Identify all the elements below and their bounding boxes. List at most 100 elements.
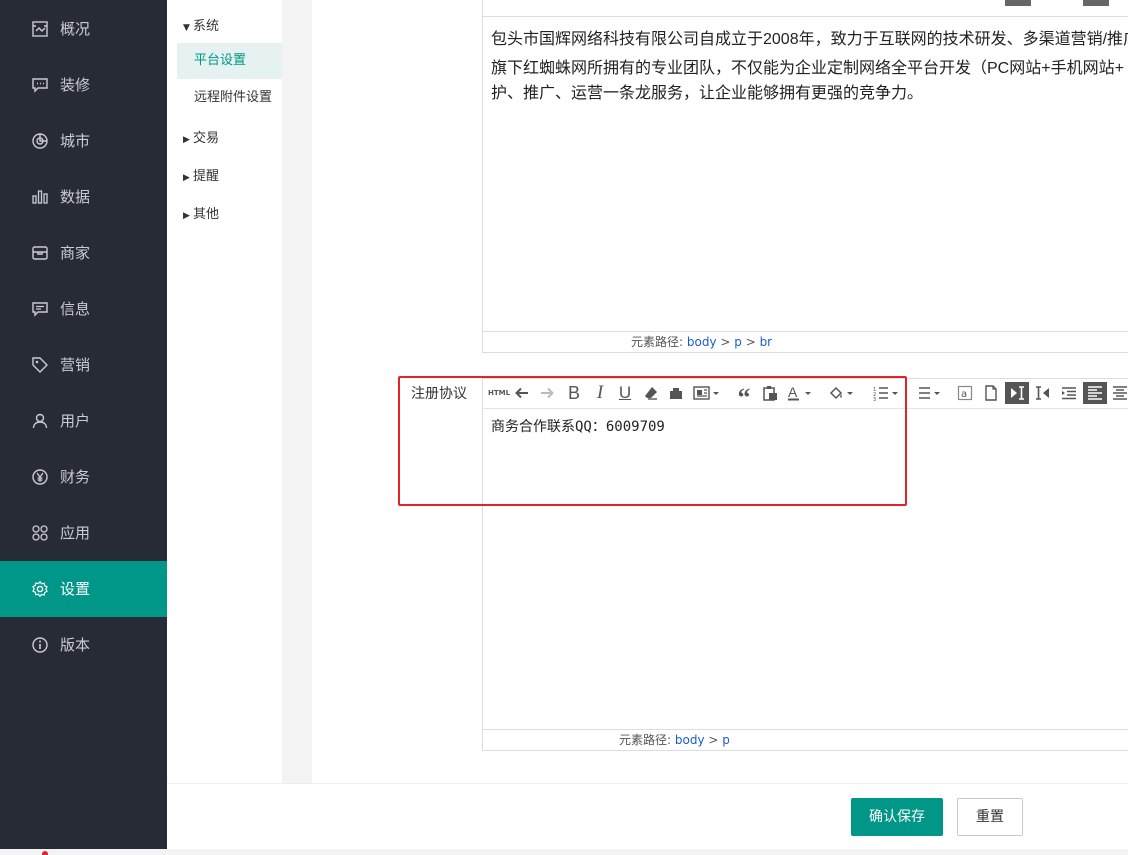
element-path-label: 元素路径: [619,733,672,747]
unordered-list-icon[interactable] [913,382,945,404]
toolbar-scroll-remnant [1083,0,1109,6]
sidebar-item-users[interactable]: 用户 [0,393,167,449]
main-content: 包头市国辉网络科技有限公司自成立于2008年，致力于互联网的技术研发、多渠道营销… [312,0,1128,783]
tag-icon [31,356,49,374]
sidebar-item-finance[interactable]: 财务 [0,449,167,505]
sidebar-item-label: 商家 [60,244,91,262]
sidebar-item-decoration[interactable]: 装修 [0,57,167,113]
sidebar-item-label: 营销 [60,356,91,374]
subnav-item-remote-attachment[interactable]: 远程附件设置 [177,80,282,116]
eraser-icon[interactable] [640,382,662,404]
element-path-link[interactable]: br [760,335,773,349]
sidebar-item-city[interactable]: 城市 [0,113,167,169]
subnav-item-label: 平台设置 [194,53,247,68]
sidebar-item-version[interactable]: 版本 [0,617,167,673]
register-agreement-label: 注册协议 [411,386,467,402]
sidebar-item-info[interactable]: 信息 [0,281,167,337]
element-path-link[interactable]: body [675,733,705,747]
indent-icon[interactable] [1058,382,1080,404]
auto-format-icon[interactable] [665,382,687,404]
main-sidebar: 概况 装修 城市 数据 商家 信息 营销 用户 财务 应用 设置 版本 [0,0,167,855]
sidebar-item-label: 概况 [60,20,91,38]
toolbar-scroll-remnant [1005,0,1031,6]
redo-icon[interactable] [536,382,558,404]
html-source-button[interactable]: HTML [486,382,512,404]
subnav-group-remind[interactable]: ▶ 提醒 [183,165,219,184]
target-icon [31,132,49,150]
about-editor-body[interactable]: 包头市国辉网络科技有限公司自成立于2008年，致力于互联网的技术研发、多渠道营销… [483,16,1128,330]
subnav-item-platform-settings[interactable]: 平台设置 [177,43,282,79]
subnav-group-label: 提醒 [193,169,220,184]
background-color-icon[interactable] [827,382,859,404]
store-icon [31,244,49,262]
undo-icon[interactable] [511,382,533,404]
sidebar-item-label: 应用 [60,524,91,542]
sidebar-item-marketing[interactable]: 营销 [0,337,167,393]
sidebar-item-label: 城市 [60,132,91,150]
italic-icon[interactable]: I [589,382,611,404]
align-center-icon[interactable] [1109,382,1128,404]
caret-right-icon: ▶ [183,135,190,145]
element-path-link[interactable]: body [687,335,717,349]
about-paragraph: 包头市国辉网络科技有限公司自成立于2008年，致力于互联网的技术研发、多渠道营销… [491,31,1128,48]
about-paragraph: 旗下红蜘蛛网所拥有的专业团队，不仅能为企业定制网络全平台开发（PC网站+手机网站… [491,60,1124,77]
sidebar-item-label: 设置 [60,580,91,598]
blockquote-icon[interactable]: “ [733,382,755,412]
sidebar-item-apps[interactable]: 应用 [0,505,167,561]
yen-icon [31,468,49,486]
about-paragraph: 护、推广、运营一条龙服务，让企业能够拥有更强的竞争力。 [491,85,924,102]
sidebar-item-settings[interactable]: 设置 [0,561,167,617]
caret-right-icon: ▶ [183,211,190,221]
subnav-group-label: 其他 [193,207,220,222]
subnav-group-trade[interactable]: ▶ 交易 [183,127,219,146]
bar-chart-icon [31,188,49,206]
subnav-group-label: 系统 [193,19,220,34]
gear-icon [31,580,49,598]
element-path-link[interactable]: p [722,733,730,747]
direction-ltr-icon[interactable] [1005,382,1029,404]
info-icon [31,636,49,654]
element-path-bar: 元素路径: body > p > br [483,331,1128,352]
paste-plain-icon[interactable] [759,382,781,404]
bold-icon[interactable]: B [563,382,585,404]
status-dot [42,851,48,855]
font-color-icon[interactable]: A [785,382,817,404]
subnav-group-other[interactable]: ▶ 其他 [183,203,219,222]
about-editor: 包头市国辉网络科技有限公司自成立于2008年，致力于互联网的技术研发、多渠道营销… [482,0,1128,353]
align-left-icon[interactable] [1083,382,1107,404]
reset-button[interactable]: 重置 [957,798,1023,836]
element-path-link[interactable]: p [734,335,742,349]
subnav-item-label: 远程附件设置 [194,90,273,105]
underline-icon[interactable]: U [614,382,636,404]
subnav-group-system[interactable]: ▼ 系统 [183,15,219,34]
sidebar-item-label: 数据 [60,188,91,206]
sidebar-item-data[interactable]: 数据 [0,169,167,225]
sidebar-item-label: 版本 [60,636,91,654]
ordered-list-icon[interactable]: 123 [871,382,903,404]
paragraph-format-icon[interactable] [691,382,723,404]
svg-text:a: a [961,389,967,400]
user-icon [31,412,49,430]
element-path-bar: 元素路径: body > p [483,729,1128,750]
agreement-paragraph: 商务合作联系QQ：6009709 [491,419,665,435]
page-bottom-strip [0,849,1128,855]
dashboard-icon [31,20,49,38]
register-agreement-editor: HTML B I U “ A 1 2 3 a 商务合作联系QQ：6009709 … [482,378,1128,751]
subnav-group-label: 交易 [193,131,220,146]
element-path-label: 元素路径: [631,335,684,349]
svg-text:A: A [788,385,798,400]
form-footer: 确认保存 重置 [167,783,1128,849]
sidebar-item-overview[interactable]: 概况 [0,1,167,57]
font-family-icon[interactable]: a [954,382,976,404]
save-button[interactable]: 确认保存 [851,798,943,836]
editor-toolbar: HTML B I U “ A 1 2 3 a [483,379,1128,412]
new-document-icon[interactable] [980,382,1002,404]
sidebar-item-label: 用户 [60,412,91,430]
sidebar-item-merchant[interactable]: 商家 [0,225,167,281]
apps-icon [31,524,49,542]
sidebar-item-label: 财务 [60,468,91,486]
register-agreement-editor-body[interactable]: 商务合作联系QQ：6009709 [483,410,1128,728]
direction-rtl-icon[interactable] [1032,382,1054,404]
caret-down-icon: ▼ [183,23,190,33]
message-icon [31,76,49,94]
